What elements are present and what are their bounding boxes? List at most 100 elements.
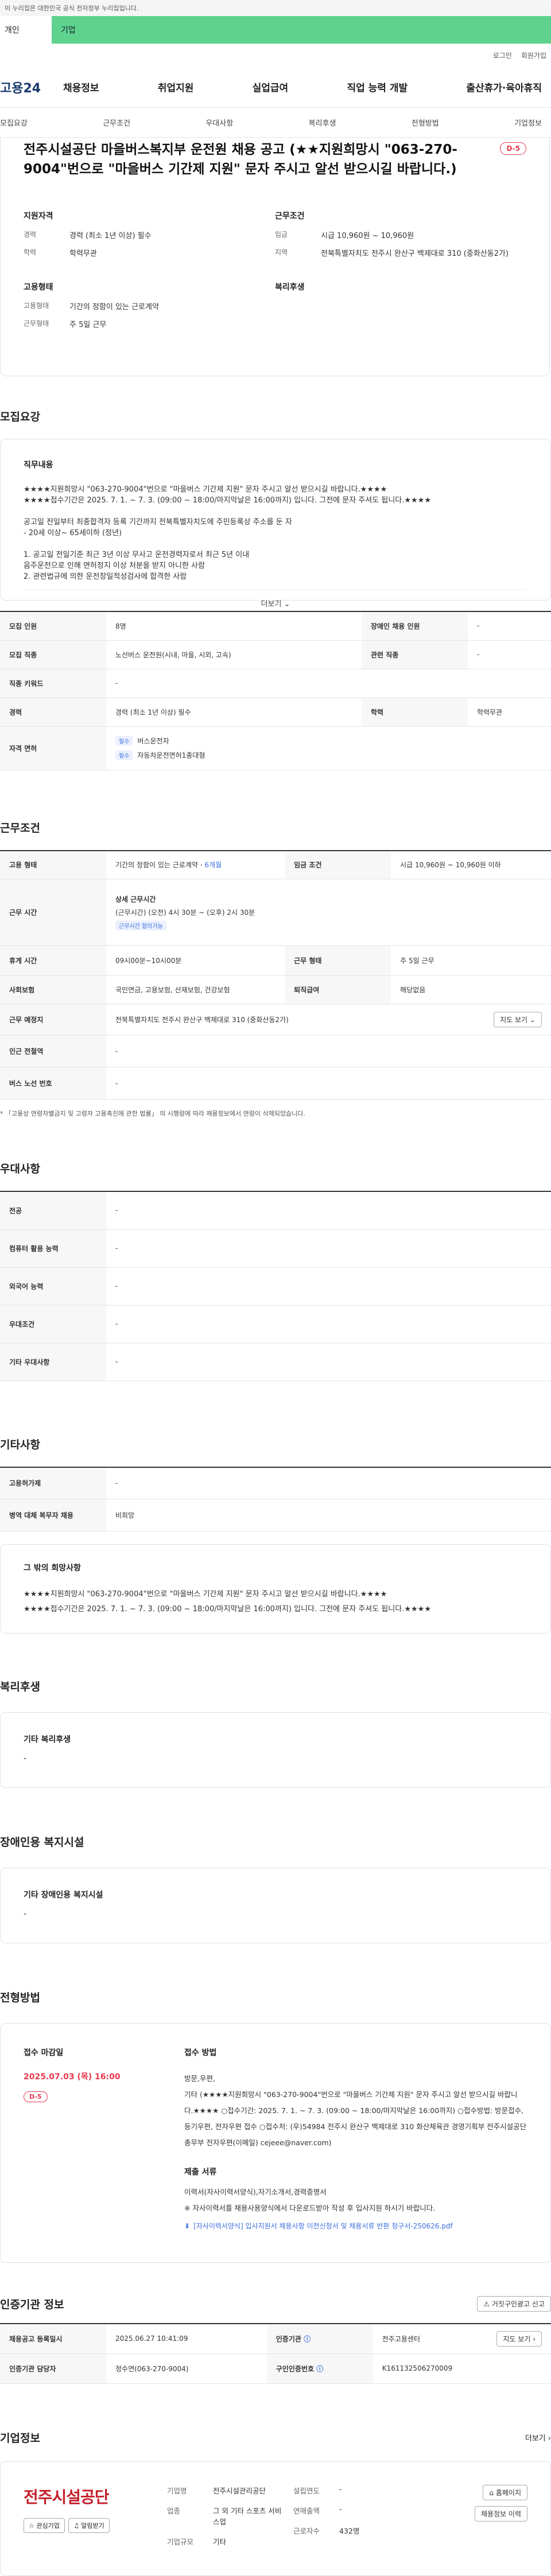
- disability-value: -: [24, 1909, 27, 1919]
- qual-key: 학력: [24, 248, 37, 256]
- map-button-label: 지도 보기: [503, 2335, 531, 2343]
- dday-badge: D-5: [500, 142, 526, 155]
- place-value: 전북특별자치도 전주시 완산구 백제대로 310 (중화산동2가): [115, 1016, 289, 1024]
- chevron-right-icon: ›: [533, 2335, 536, 2343]
- co-key: 근로자수: [293, 2526, 320, 2535]
- gnb-item-employment-support[interactable]: 취업지원: [158, 80, 194, 94]
- job-history-button[interactable]: 채용정보 이력: [474, 2505, 527, 2522]
- cell-key: 고용 형태: [0, 850, 106, 879]
- map-button-label: 지도 보기: [500, 1016, 528, 1024]
- homepage-button[interactable]: ⌂ 홈페이지: [483, 2484, 527, 2500]
- cell-key: 채용공고 등록일시: [0, 2324, 106, 2354]
- tab-corporate[interactable]: 기업: [52, 16, 551, 44]
- cell-key: 근무 형태: [285, 945, 391, 976]
- tab-personal[interactable]: 개인: [0, 16, 52, 44]
- gnb-item-unemployment[interactable]: 실업급여: [253, 80, 289, 94]
- emp-type: 기간의 정함이 있는 근로계약: [115, 861, 198, 870]
- chevron-down-icon: ⌄: [284, 600, 290, 609]
- method-heading: 접수 방법: [184, 2048, 217, 2057]
- anchor-recruit[interactable]: 모집요강: [0, 117, 28, 128]
- attachment-link[interactable]: ⬇ [자사이력서양식] 입사지원서 채용사항 이전신청서 및 채용서류 반환 청구…: [184, 2221, 527, 2231]
- alert-button[interactable]: ♫ 알림받기: [68, 2517, 110, 2533]
- info-icon: ⓘ: [316, 2364, 324, 2373]
- anchor-work[interactable]: 근무조건: [103, 117, 130, 128]
- hope-heading: 그 밖의 희망사항: [24, 1564, 81, 1573]
- main-nav: 고용24 채용정보 취업지원 실업급여 직업 능력 개발 출산휴가·육아휴직: [0, 67, 551, 108]
- map-button[interactable]: 지도 보기 ⌄: [494, 1012, 542, 1027]
- site-logo[interactable]: 고용24: [0, 78, 63, 96]
- gnb-item-leave[interactable]: 출산휴가·육아휴직: [466, 80, 542, 94]
- cell-key: 전공: [0, 1191, 106, 1230]
- hope-card: 그 밖의 희망사항 ★★★★지원희망시 "063-270-9004"번으로 "마…: [0, 1544, 551, 1634]
- hours-cell: 상세 근무시간 (근무시간) (오전) 4시 30분 ~ (오후) 2시 30분…: [106, 879, 551, 946]
- section-screening-title: 전형방법: [0, 1992, 40, 2004]
- cell-key: 구인인증번호 ⓘ: [266, 2353, 373, 2384]
- gnb-item-jobs[interactable]: 채용정보: [63, 80, 99, 94]
- site-tabs: 개인 기업: [0, 16, 551, 44]
- cell-value: -: [106, 1067, 551, 1100]
- section-pref-title: 우대사항: [0, 1163, 40, 1175]
- favorite-label: 관심기업: [36, 2522, 60, 2530]
- cell-key: 우대조건: [0, 1305, 106, 1343]
- bell-icon: ♫: [73, 2522, 79, 2530]
- cell-value: -: [106, 1467, 551, 1499]
- section-company-title: 기업정보: [0, 2431, 40, 2445]
- cert-number-label: 구인인증번호: [276, 2364, 314, 2373]
- hope-text: ★★★★지원희망시 "063-270-9004"번으로 "마을버스 기간제 지원…: [24, 1590, 431, 1614]
- emp-key: 고용형태: [24, 302, 49, 310]
- download-icon: ⬇: [184, 2222, 191, 2230]
- cell-key: 퇴직급여: [285, 975, 391, 1004]
- section-cert-title: 인증기관 정보: [0, 2298, 64, 2311]
- anchor-welfare[interactable]: 복리후생: [309, 117, 336, 128]
- cell-value: 정수연(063-270-9004): [106, 2353, 267, 2384]
- login-link[interactable]: 로그인: [493, 50, 512, 60]
- cell-key: 자격 면허: [0, 726, 106, 770]
- cell-value: 해당없음: [391, 975, 551, 1004]
- work-table: 고용 형태 기간의 정함이 있는 근로계약 · 6개월 임금 조건 시급 10,9…: [0, 849, 551, 1100]
- cell-value: -: [467, 611, 551, 641]
- cell-value: 국민연금, 고용보험, 산재보험, 건강보험: [106, 975, 285, 1004]
- cell-value: -: [106, 1267, 551, 1305]
- work-heading: 근무조건: [275, 212, 305, 221]
- gnb-item-training[interactable]: 직업 능력 개발: [347, 80, 408, 94]
- company-more-link[interactable]: 더보기 ›: [525, 2432, 551, 2443]
- false-ad-report-button[interactable]: ⚠ 거짓구인광고 신고: [477, 2296, 551, 2312]
- company-card: 전주시설공단 ☆ 관심기업 ♫ 알림받기 기업명 전주시설관리공단 업종 그 외 기…: [0, 2461, 551, 2576]
- dday-badge: D-5: [24, 2091, 48, 2102]
- cell-value: 기간의 정함이 있는 근로계약 · 6개월: [106, 850, 285, 879]
- anchor-screening[interactable]: 전형방법: [412, 117, 439, 128]
- cell-key: 버스 노선 번호: [0, 1067, 106, 1100]
- qual-key: 경력: [24, 231, 37, 239]
- hours-title: 상세 근무시간: [115, 895, 156, 903]
- cell-value: -: [106, 1191, 551, 1230]
- cell-value: 경력 (최소 1년 이상) 필수: [106, 697, 362, 727]
- work-value: 시급 10,960원 ~ 10,960원: [321, 232, 414, 240]
- co-value: 전주시설관리공단: [213, 2486, 266, 2495]
- section-recruit-title: 모집요강: [0, 411, 40, 423]
- favorite-company-button[interactable]: ☆ 관심기업: [24, 2517, 65, 2533]
- cell-key: 직종 키워드: [0, 669, 106, 698]
- welfare-card-heading: 기타 복리후생: [24, 1735, 71, 1744]
- map-button[interactable]: 지도 보기 ›: [496, 2331, 542, 2347]
- co-key: 업종: [167, 2506, 181, 2515]
- job-desc-card: 직무내용 ★★★★지원희망시 "063-270-9004"번으로 "마을버스 기…: [0, 439, 551, 609]
- cell-key: 장애인 채용 인원: [361, 611, 468, 641]
- anchor-pref[interactable]: 우대사항: [205, 117, 233, 128]
- work-key: 지역: [275, 248, 288, 256]
- cell-value: 노선버스 운전원(시내, 마을, 시외, 고속): [106, 640, 362, 669]
- cell-value: 2025.06.27 10:41:09: [106, 2324, 267, 2354]
- signup-link[interactable]: 회원가입: [521, 50, 546, 60]
- cell-key: 학력: [361, 697, 468, 727]
- emp-value: 기간의 정함이 있는 근로계약: [69, 303, 159, 311]
- cell-key: 병역 대체 복무자 채용: [0, 1499, 106, 1531]
- co-value: 기타: [213, 2537, 227, 2546]
- cell-key: 모집 직종: [0, 640, 106, 669]
- cell-key: 기타 우대사항: [0, 1343, 106, 1381]
- hours-value: (근무시간) (오전) 4시 30분 ~ (오후) 2시 30분: [115, 909, 255, 917]
- cell-key: 고용허가제: [0, 1467, 106, 1499]
- emp-heading: 고용형태: [24, 283, 53, 292]
- cell-key: 사회보험: [0, 975, 106, 1004]
- section-etc-title: 기타사항: [0, 1438, 40, 1451]
- anchor-company[interactable]: 기업정보: [514, 117, 542, 128]
- co-key: 설립연도: [293, 2486, 320, 2495]
